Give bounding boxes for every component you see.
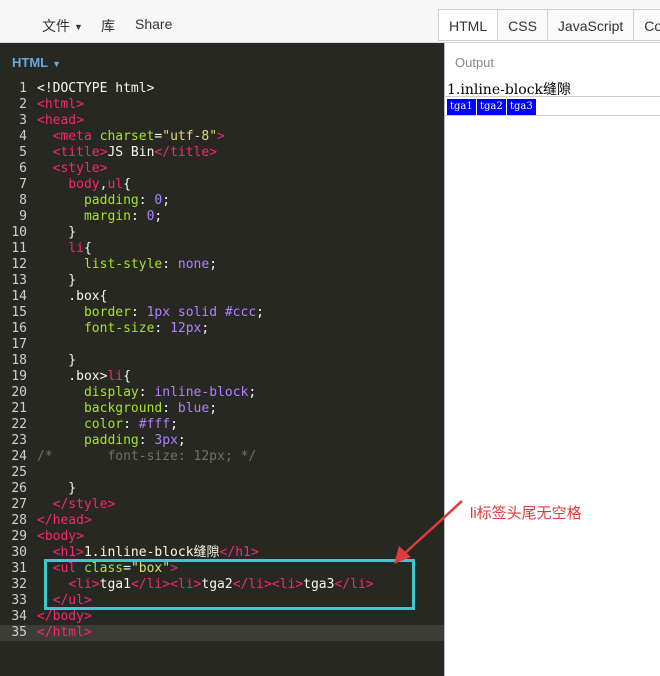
annotation-note: li标签头尾无空格: [470, 505, 582, 522]
annotation-arrow-icon: [394, 500, 463, 564]
